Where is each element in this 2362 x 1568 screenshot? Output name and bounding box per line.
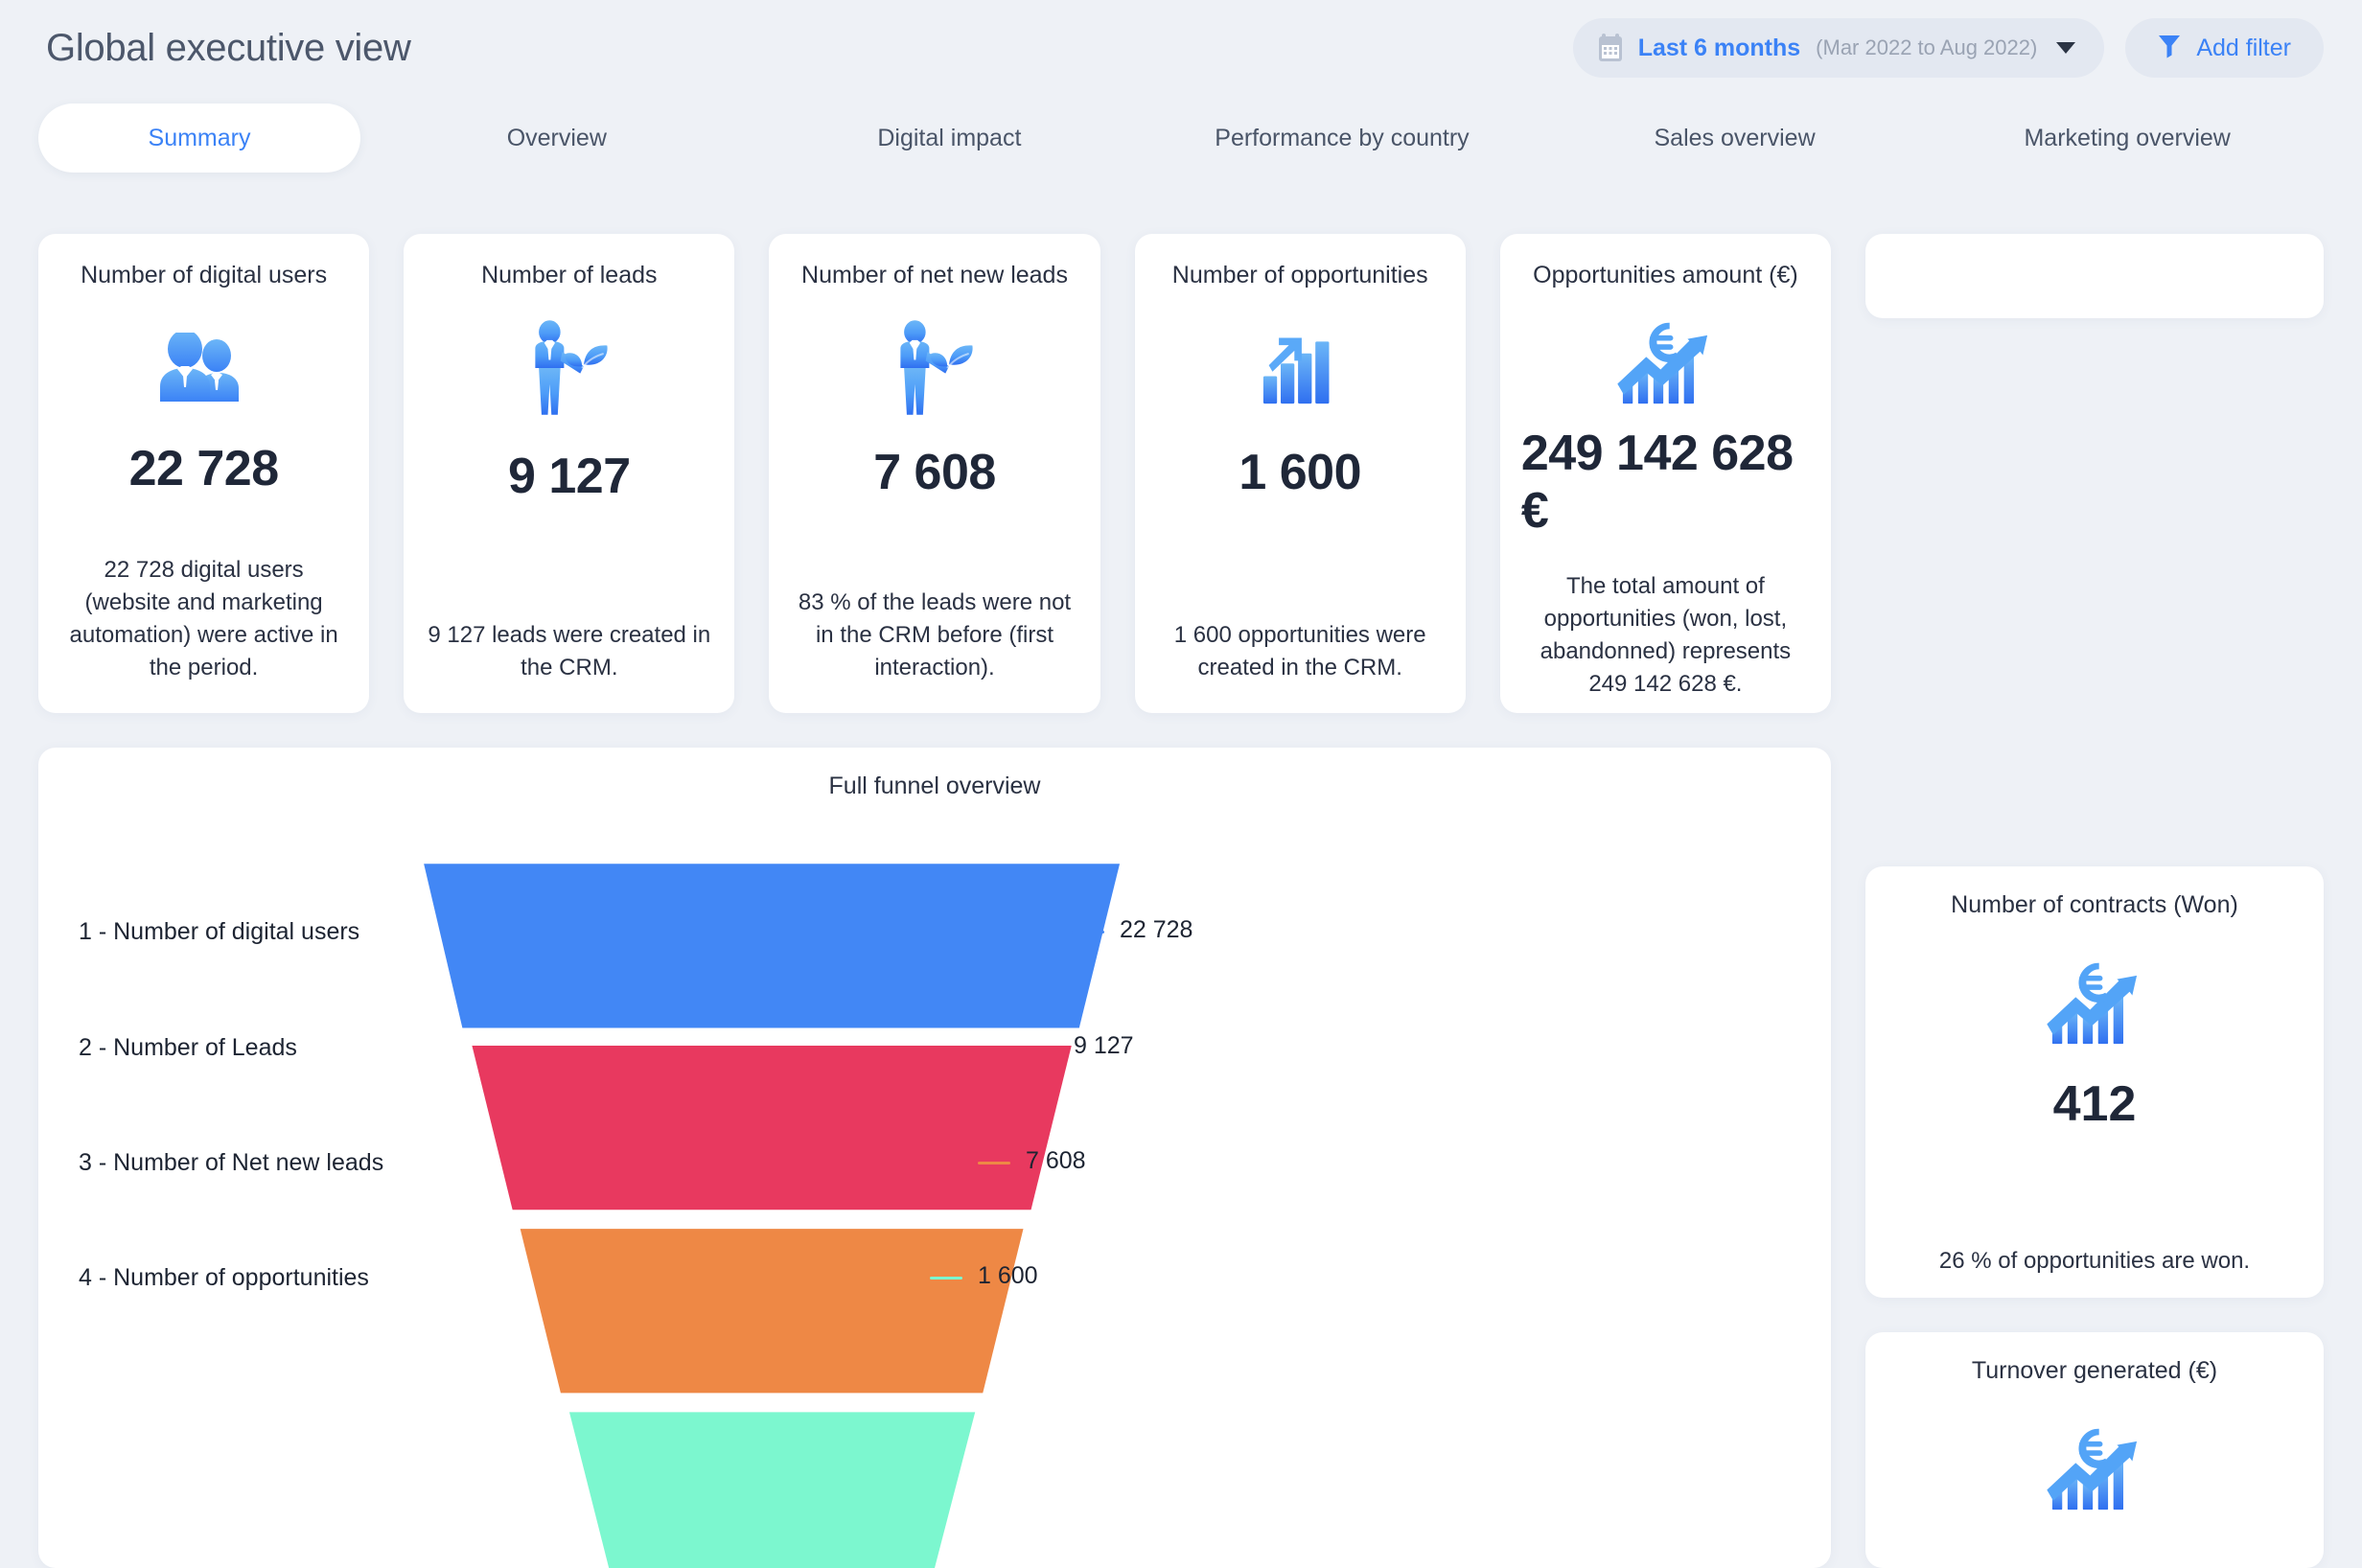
date-range-value: (Mar 2022 to Aug 2022) xyxy=(1816,35,2038,59)
euro-growth-chart-icon xyxy=(2045,1425,2144,1516)
side-card-description: 26 % of opportunities are won. xyxy=(1938,1248,2251,1274)
funnel-label-3: 3 - Number of Net new leads xyxy=(79,1149,384,1176)
kpi-description: The total amount of opportunities (won, … xyxy=(1540,573,1792,698)
tab-performance-by-country[interactable]: Performance by country xyxy=(1146,104,1539,173)
tab-marketing-overview[interactable]: Marketing overview xyxy=(1931,104,2324,173)
kpi-card-net-new-leads[interactable]: Number of net new leads 7 608 83 % of th… xyxy=(769,234,1100,713)
side-card-title: Turnover generated (€) xyxy=(1971,1357,2218,1384)
funnel-value-3: 7 608 xyxy=(1026,1147,1086,1174)
tab-label: Sales overview xyxy=(1654,124,1816,151)
date-range-label: Last 6 months xyxy=(1637,34,1801,61)
funnel-segment-2[interactable] xyxy=(472,1046,1072,1211)
kpi-card-leads[interactable]: Number of leads 9 127 9 127 leads were c… xyxy=(404,234,735,713)
kpi-title: Number of leads xyxy=(481,262,658,288)
euro-growth-chart-icon xyxy=(2045,959,2144,1050)
kpi-description: 83 % of the leads were not in the CRM be… xyxy=(798,588,1072,680)
tab-sales-overview[interactable]: Sales overview xyxy=(1539,104,1932,173)
side-card-contracts-won[interactable]: Number of contracts (Won) 412 26 % of op… xyxy=(1865,866,2324,1298)
tab-label: Summary xyxy=(148,124,251,151)
kpi-value: 9 127 xyxy=(507,449,631,505)
side-column: Number of contracts (Won) 412 26 % of op… xyxy=(1865,234,2324,1568)
funnel-tick-2 xyxy=(1026,1047,1058,1049)
funnel-tick-3 xyxy=(978,1162,1010,1164)
tab-label: Overview xyxy=(506,124,607,151)
add-filter-label: Add filter xyxy=(2196,34,2291,61)
kpi-value: 1 600 xyxy=(1239,445,1362,501)
kpi-title: Number of net new leads xyxy=(801,262,1068,288)
bar-chart-arrow-icon xyxy=(1262,319,1338,415)
funnel-value-4: 1 600 xyxy=(978,1262,1038,1289)
kpi-title: Opportunities amount (€) xyxy=(1533,262,1798,288)
tab-digital-impact[interactable]: Digital impact xyxy=(753,104,1146,173)
dashboard-grid: Number of digital users 22 728 22 728 di… xyxy=(38,234,2324,1568)
funnel-chart-card: Full funnel overview 1 - Number of digit… xyxy=(38,748,1831,1568)
funnel-segment-4[interactable] xyxy=(568,1412,976,1568)
funnel-segment-3[interactable] xyxy=(520,1229,1024,1394)
page-title: Global executive view xyxy=(46,26,411,69)
tab-label: Marketing overview xyxy=(2024,124,2231,151)
kpi-description: 9 127 leads were created in the CRM. xyxy=(428,621,711,680)
person-with-sprout-icon xyxy=(892,319,978,415)
funnel-label-1: 1 - Number of digital users xyxy=(79,918,360,945)
side-card-value: 412 xyxy=(2052,1076,2137,1132)
funnel-tick-1 xyxy=(1072,931,1104,934)
funnel-label-2: 2 - Number of Leads xyxy=(79,1034,297,1061)
header-controls: Last 6 months (Mar 2022 to Aug 2022) Add… xyxy=(1572,18,2324,78)
kpi-value: 249 142 628 € xyxy=(1520,426,1794,540)
tab-overview[interactable]: Overview xyxy=(360,104,753,173)
kpi-description: 1 600 opportunities were created in the … xyxy=(1173,621,1426,680)
kpi-card-opportunities[interactable]: Number of opportunities 1 600 1 600 oppo… xyxy=(1134,234,1466,713)
funnel-label-4: 4 - Number of opportunities xyxy=(79,1264,369,1291)
funnel-value-1: 22 728 xyxy=(1120,916,1193,943)
two-users-icon xyxy=(156,319,252,415)
funnel-tick-4 xyxy=(930,1277,962,1280)
tab-label: Digital impact xyxy=(877,124,1022,151)
kpi-card-digital-users[interactable]: Number of digital users 22 728 22 728 di… xyxy=(38,234,370,713)
kpi-card-opportunities-amount[interactable]: Opportunities amount (€) 249 142 628 € T… xyxy=(1499,234,1832,713)
add-filter-button[interactable]: Add filter xyxy=(2125,18,2324,78)
tab-summary[interactable]: Summary xyxy=(38,104,360,173)
funnel-chart-body: 1 - Number of digital users 2 - Number o… xyxy=(38,748,1831,1568)
person-with-sprout-icon xyxy=(526,319,613,415)
funnel-value-2: 9 127 xyxy=(1074,1032,1134,1059)
kpi-value: 22 728 xyxy=(128,441,280,497)
side-card-turnover[interactable]: Turnover generated (€) xyxy=(1865,1332,2324,1568)
kpi-value: 7 608 xyxy=(873,445,996,501)
chevron-down-icon[interactable] xyxy=(2056,42,2076,54)
kpi-description: 22 728 digital users (website and market… xyxy=(69,556,338,680)
side-card-title: Number of contracts (Won) xyxy=(1951,891,2238,918)
tab-label: Performance by country xyxy=(1215,124,1470,151)
kpi-title: Number of digital users xyxy=(81,262,328,288)
kpi-card-opportunities-amount-spacer xyxy=(1865,234,2324,318)
tab-bar: Summary Overview Digital impact Performa… xyxy=(38,104,2324,173)
euro-growth-chart-icon xyxy=(1615,319,1715,405)
kpi-row: Number of digital users 22 728 22 728 di… xyxy=(38,234,1832,713)
calendar-icon xyxy=(1598,34,1623,62)
funnel-segment-1[interactable] xyxy=(424,864,1121,1028)
app-header: Global executive view Last 6 months (Mar… xyxy=(0,0,2362,96)
main-column: Number of digital users 22 728 22 728 di… xyxy=(38,234,1832,1568)
funnel-filter-icon xyxy=(2158,34,2181,63)
date-range-selector[interactable]: Last 6 months (Mar 2022 to Aug 2022) xyxy=(1572,18,2105,78)
kpi-title: Number of opportunities xyxy=(1171,262,1428,288)
